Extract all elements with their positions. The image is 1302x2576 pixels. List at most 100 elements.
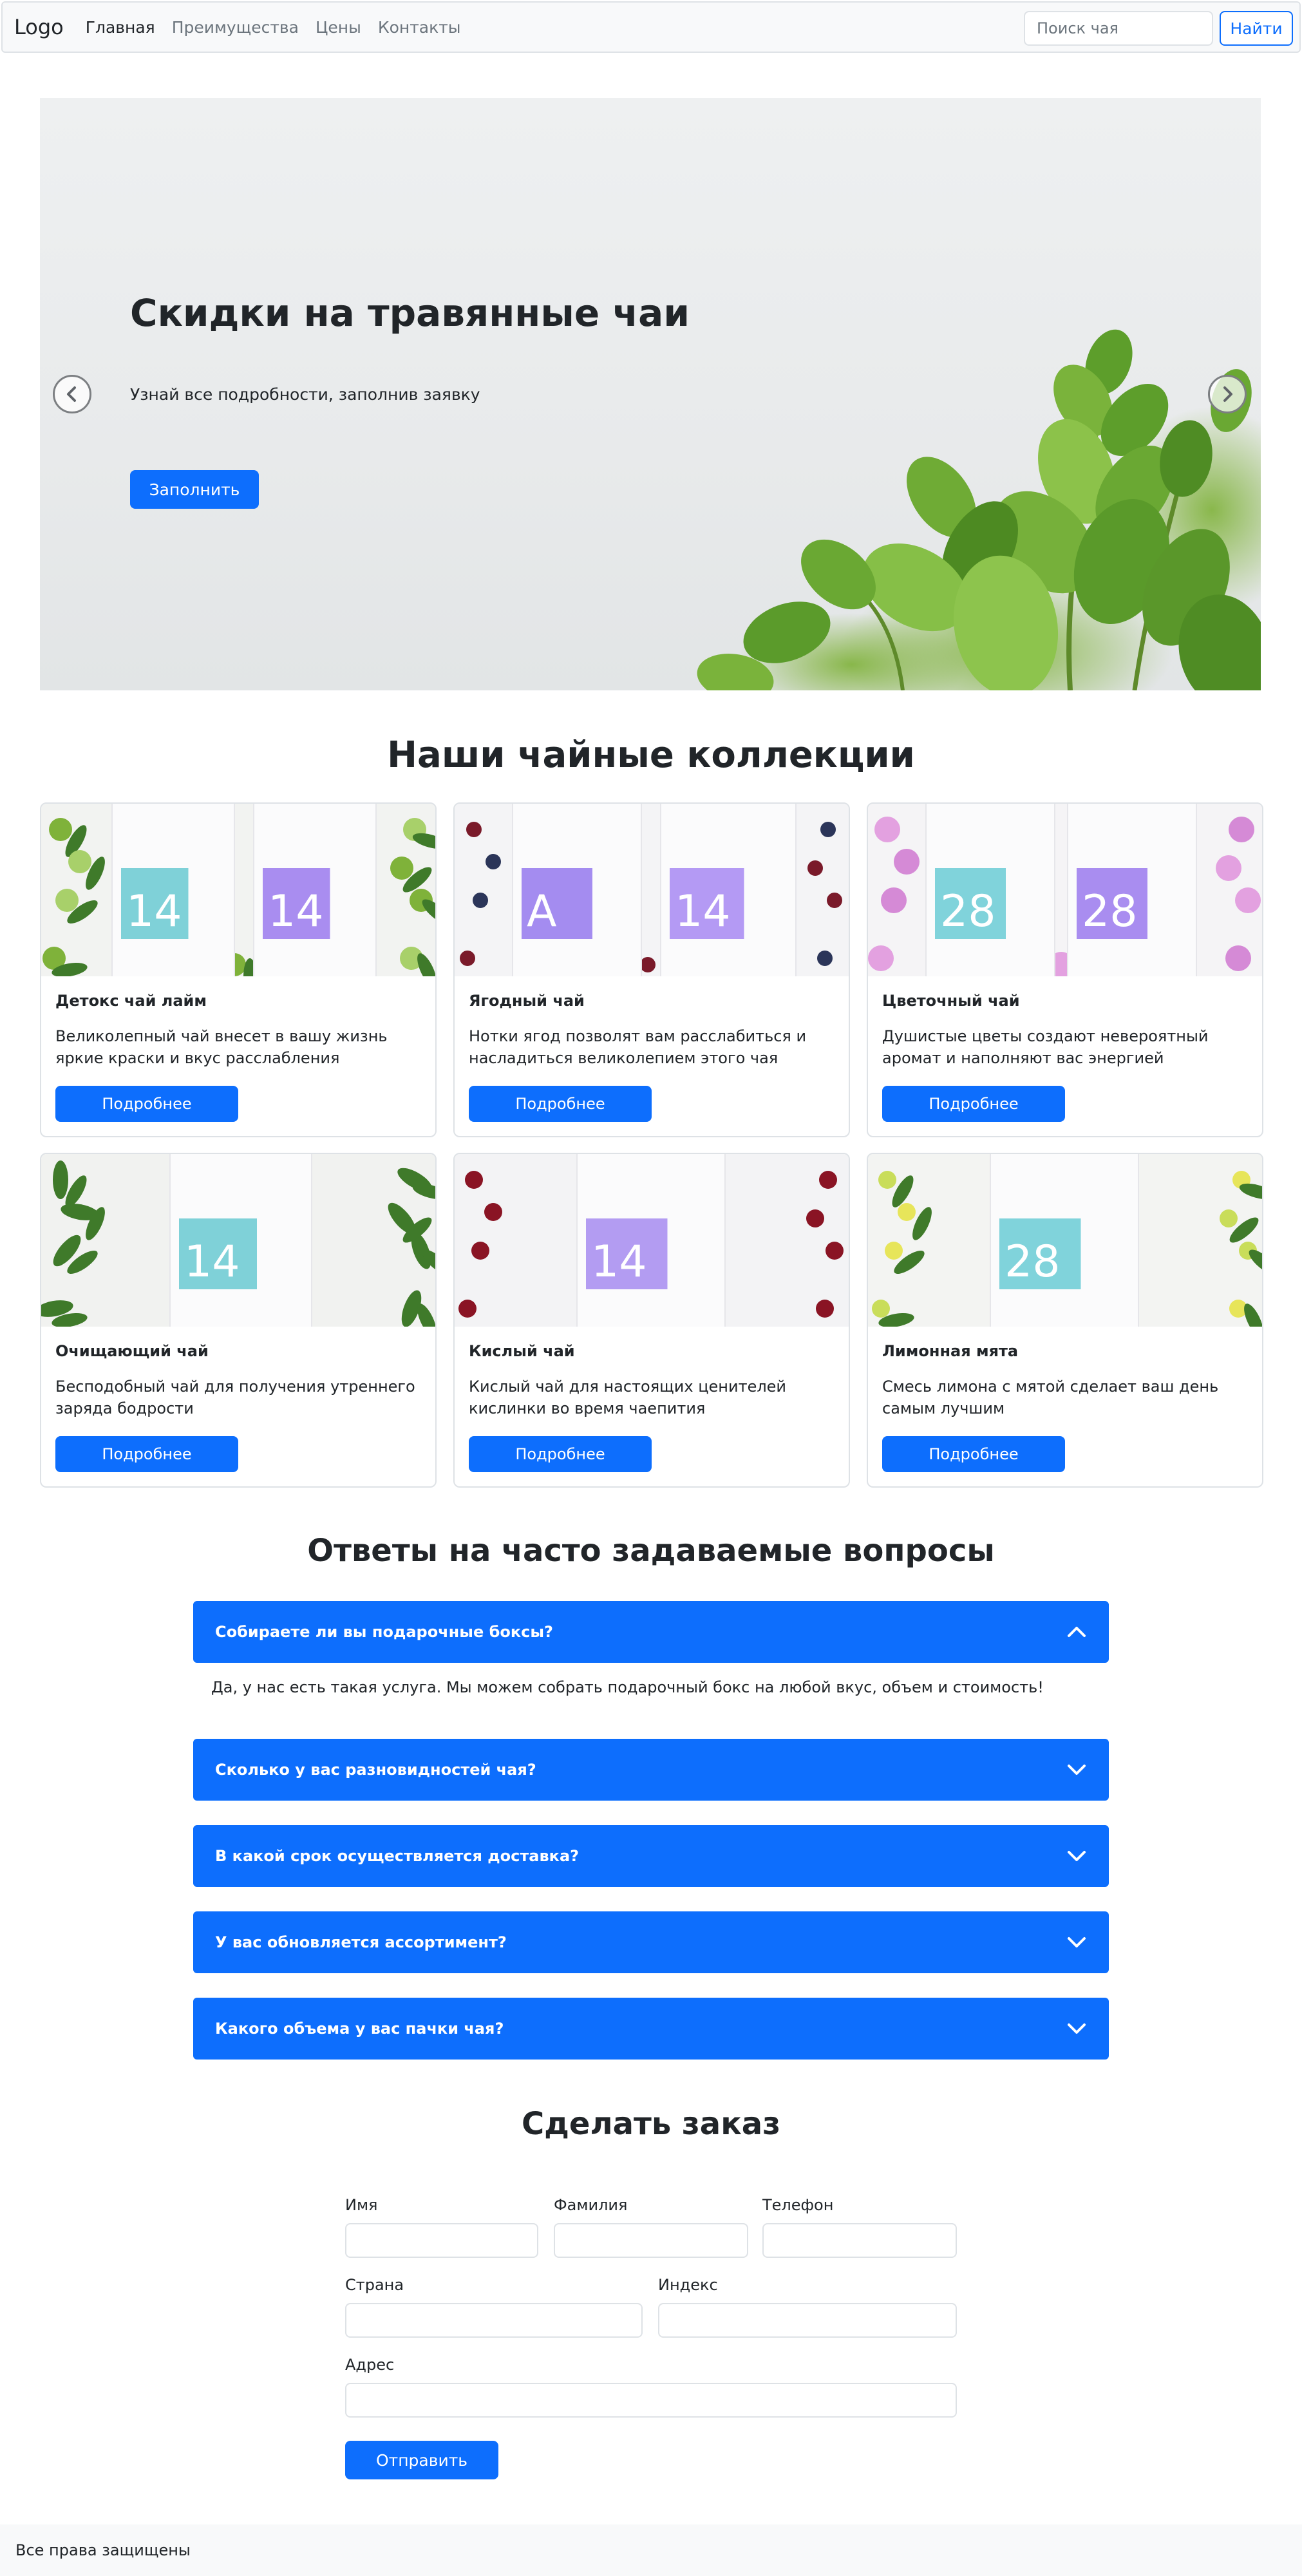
card-title: Лимонная мята [882,1342,1019,1360]
nav-link-advantages[interactable]: Преимущества [172,18,299,37]
tea-pack-illustration: A 14 [455,804,849,976]
card-image: 14 [455,1154,849,1327]
country-field[interactable] [345,2303,643,2338]
tea-pack-illustration: 14 [455,1154,849,1327]
card-text: Кислый чай для настоящих ценителей кисли… [469,1378,787,1417]
address-field[interactable] [345,2383,957,2418]
tea-pack: 14 [253,804,377,976]
tea-pack: 28 [1067,804,1197,976]
carousel-prev-button[interactable] [53,375,91,413]
card-title: Ягодный чай [469,992,585,1010]
svg-text:28: 28 [1082,886,1138,937]
card-details-button[interactable]: Подробнее [55,1436,238,1472]
faq-question: Сколько у вас разновидностей чая? [215,1761,536,1779]
card-text: Душистые цветы создают невероятный арома… [882,1027,1209,1067]
tea-pack-illustration: 14 [41,1154,435,1327]
submit-order-button[interactable]: Отправить [345,2441,498,2479]
card-text: Великолепный чай внесет в вашу жизнь ярк… [55,1027,388,1067]
card-title: Детокс чай лайм [55,992,207,1010]
collection-card: A 14 Ягодный чай Нотки ягод позволят вам … [453,802,850,1137]
hero-title: Скидки на травянные чаи [130,291,690,335]
footer-copyright: Все права защищены [15,2541,191,2559]
chevron-up-icon [1068,1627,1086,1637]
svg-text:28: 28 [1005,1236,1061,1287]
tea-pack: 14 [169,1154,312,1327]
collection-card: 14 Кислый чай Кислый чай для настоящих ц… [453,1153,850,1488]
nav-link-contacts[interactable]: Контакты [378,18,461,37]
faq-question: У вас обновляется ассортимент? [215,1933,507,1951]
tea-pack: A [512,804,642,976]
hero-subtitle: Узнай все подробности, заполнив заявку [130,385,480,404]
svg-text:14: 14 [675,886,731,937]
collection-card: 14 Очищающий чай Бесподобный чай для пол… [40,1153,437,1488]
tea-pack: 28 [990,1154,1139,1327]
card-details-button[interactable]: Подробнее [469,1436,652,1472]
chevron-right-icon [1223,386,1232,402]
tea-pack-illustration: 28 28 [868,804,1262,976]
svg-text:28: 28 [940,886,996,937]
first-name-label: Имя [345,2196,378,2214]
search-input[interactable] [1024,11,1213,46]
tea-pack: 28 [925,804,1055,976]
card-text: Смесь лимона с мятой сделает ваш день са… [882,1378,1219,1417]
card-image: 28 [868,1154,1262,1327]
zip-field[interactable] [658,2303,957,2338]
last-name-field[interactable] [554,2223,748,2258]
faq-item-tea-varieties[interactable]: Сколько у вас разновидностей чая? [193,1739,1109,1801]
hero-carousel: Скидки на травянные чаи Узнай все подроб… [40,98,1261,690]
faq-question: Собираете ли вы подарочные боксы? [215,1623,553,1641]
faq-item-gift-boxes[interactable]: Собираете ли вы подарочные боксы? [193,1601,1109,1663]
card-details-button[interactable]: Подробнее [882,1086,1065,1122]
carousel-next-button[interactable] [1208,375,1247,413]
nav-link-prices[interactable]: Цены [316,18,361,37]
address-label: Адрес [345,2356,395,2374]
hero-fill-button[interactable]: Заполнить [130,470,259,509]
last-name-label: Фамилия [554,2196,628,2214]
zip-label: Индекс [658,2276,718,2294]
svg-text:14: 14 [126,886,182,937]
svg-text:A: A [527,886,557,937]
faq-title: Ответы на часто задаваемые вопросы [307,1533,995,1569]
tea-pack: 14 [111,804,235,976]
card-details-button[interactable]: Подробнее [882,1436,1065,1472]
search-button[interactable]: Найти [1220,11,1293,46]
logo[interactable]: Logo [14,15,64,39]
faq-item-assortment[interactable]: У вас обновляется ассортимент? [193,1911,1109,1973]
svg-text:14: 14 [591,1236,647,1287]
card-image: 14 [41,1154,435,1327]
card-details-button[interactable]: Подробнее [469,1086,652,1122]
faq-question: В какой срок осуществляется доставка? [215,1847,580,1865]
faq-item-delivery[interactable]: В какой срок осуществляется доставка? [193,1825,1109,1887]
faq-item-pack-volume[interactable]: Какого объема у вас пачки чая? [193,1998,1109,2060]
collection-cards: 14 14 Детокс чай лайм Великолепный чай вн… [40,802,1263,1488]
card-details-button[interactable]: Подробнее [55,1086,238,1122]
collection-card: 14 14 Детокс чай лайм Великолепный чай вн… [40,802,437,1137]
footer: Все права защищены [0,2524,1302,2576]
collection-card: 28 28 Цветочный чай Душистые цветы создаю… [867,802,1263,1137]
tea-pack: 14 [660,804,797,976]
nav-link-home[interactable]: Главная [86,18,155,37]
card-title: Цветочный чай [882,992,1020,1010]
card-image: 14 14 [41,804,435,976]
phone-field[interactable] [762,2223,957,2258]
chevron-down-icon [1068,1765,1086,1775]
nav-links: Главная Преимущества Цены Контакты [86,18,461,37]
faq-answer: Да, у нас есть такая услуга. Мы можем со… [211,1678,1044,1696]
chevron-down-icon [1068,1937,1086,1947]
card-image: A 14 [455,804,849,976]
svg-text:14: 14 [268,886,324,937]
country-label: Страна [345,2276,404,2294]
first-name-field[interactable] [345,2223,538,2258]
card-title: Кислый чай [469,1342,575,1360]
chevron-down-icon [1068,1851,1086,1861]
chevron-left-icon [67,386,76,402]
navbar: Logo Главная Преимущества Цены Контакты … [1,1,1301,53]
collection-card: 28 Лимонная мята Смесь лимона с мятой сд… [867,1153,1263,1488]
svg-text:14: 14 [184,1236,240,1287]
faq-question: Какого объема у вас пачки чая? [215,2020,504,2038]
card-image: 28 28 [868,804,1262,976]
order-title: Сделать заказ [521,2106,781,2142]
tea-pack-illustration: 28 [868,1154,1262,1327]
chevron-down-icon [1068,2023,1086,2034]
card-title: Очищающий чай [55,1342,209,1360]
